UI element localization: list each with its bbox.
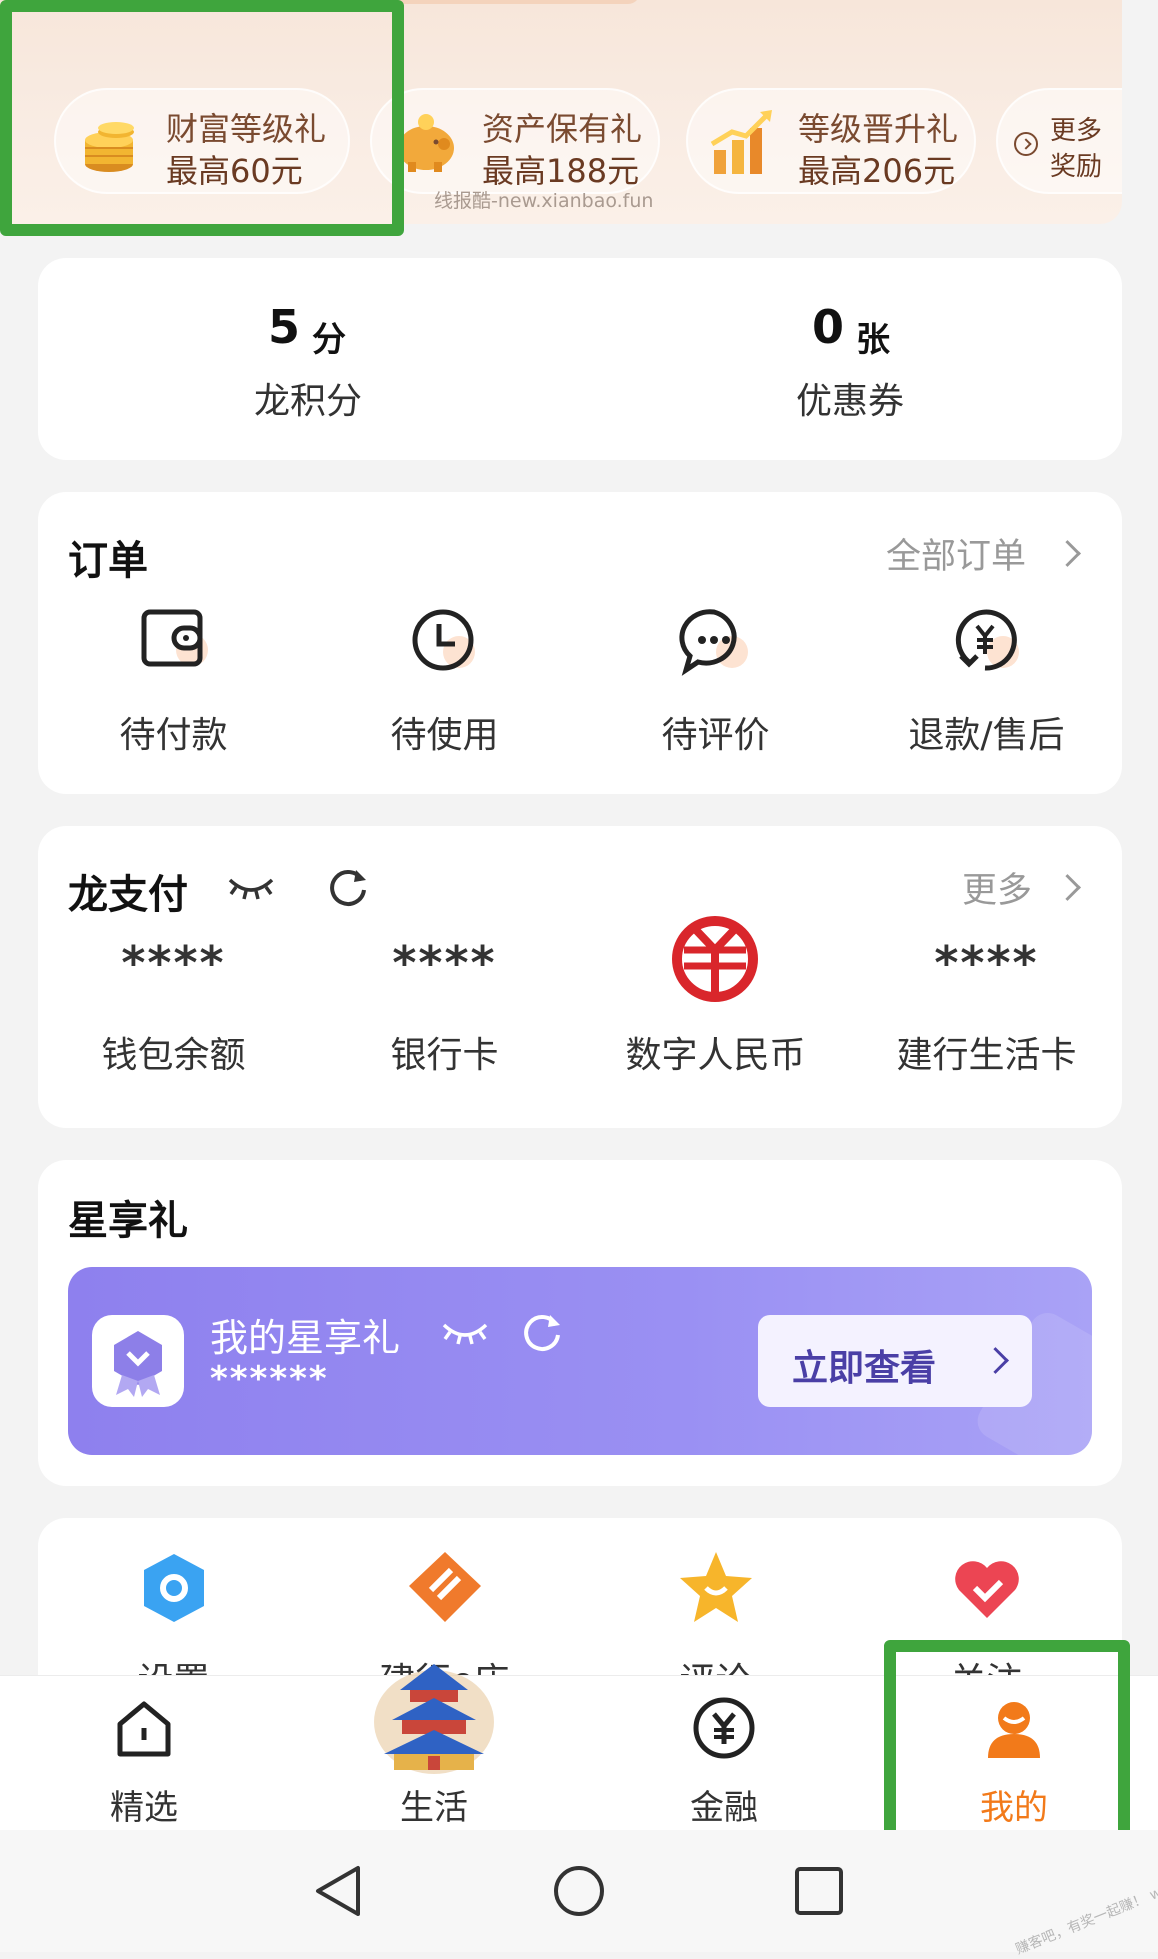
pay-digital-rmb[interactable]: 数字人民币 — [580, 916, 851, 1116]
back-triangle-icon[interactable] — [312, 1864, 366, 1918]
all-orders-link[interactable]: 全部订单 — [886, 522, 1096, 578]
order-label: 待评价 — [661, 715, 770, 756]
rising-chart-icon — [710, 110, 772, 174]
pay-label: 数字人民币 — [625, 1035, 806, 1076]
eye-closed-icon[interactable] — [440, 1317, 490, 1347]
long-pay-title: 龙支付 — [68, 872, 188, 918]
coupons-stat[interactable]: 0 张 优惠券 — [580, 258, 1122, 460]
coupons-value: 0 — [812, 300, 845, 354]
pay-label: 银行卡 — [390, 1035, 499, 1076]
view-now-label: 立即查看 — [792, 1348, 937, 1389]
masked-value: **** — [121, 936, 226, 990]
tab-label: 金融 — [690, 1788, 758, 1828]
pay-more-label: 更多 — [962, 871, 1033, 911]
coupons-label: 优惠券 — [796, 381, 905, 422]
refresh-icon[interactable] — [520, 1311, 564, 1355]
settings-hex-icon — [144, 1554, 204, 1622]
points-stat[interactable]: 5 分 龙积分 — [38, 258, 580, 460]
digital-rmb-icon — [672, 916, 758, 1002]
tab-finance[interactable]: 金融 — [634, 1676, 814, 1831]
pay-label: 建行生活卡 — [896, 1035, 1077, 1076]
orders-card: 订单 全部订单 待付款 待使用 待评价 退款/售后 — [38, 492, 1122, 794]
pay-life-card[interactable]: **** 建行生活卡 — [851, 936, 1122, 1116]
reward-level-upgrade[interactable]: 等级晋升礼 最高206元 — [686, 88, 976, 194]
star-gift-promo[interactable]: 我的星享礼 ****** 立即查看 — [68, 1267, 1092, 1455]
wallet-icon — [141, 609, 208, 667]
tab-label: 生活 — [400, 1788, 468, 1828]
chevron-right-icon — [1054, 540, 1081, 567]
chevron-right-icon — [982, 1347, 1009, 1374]
order-pending-use[interactable]: 待使用 — [309, 602, 580, 782]
stats-card: 5 分 龙积分 0 张 优惠券 — [38, 258, 1122, 460]
reward-value: 最高206元 — [798, 152, 956, 190]
more-rewards-label-1: 更多 — [1050, 116, 1103, 146]
recent-apps-icon[interactable] — [792, 1864, 846, 1918]
promo-masked-value: ****** — [210, 1359, 329, 1399]
pay-more-link[interactable]: 更多 — [962, 856, 1102, 912]
chat-bubble-icon — [679, 609, 748, 676]
order-label: 待使用 — [390, 715, 499, 756]
points-label: 龙积分 — [254, 381, 363, 422]
tab-life[interactable]: 生活 — [344, 1664, 524, 1831]
all-orders-label: 全部订单 — [886, 537, 1027, 577]
masked-value: **** — [934, 936, 1039, 990]
star-smile-icon — [680, 1552, 752, 1622]
orders-title: 订单 — [68, 538, 148, 584]
medal-icon — [114, 1331, 162, 1397]
pay-wallet-balance[interactable]: **** 钱包余额 — [38, 936, 309, 1116]
points-unit: 分 — [312, 320, 346, 360]
shop-icon — [409, 1552, 481, 1622]
view-now-button[interactable]: 立即查看 — [758, 1315, 1032, 1407]
arrow-circle-icon — [1014, 132, 1038, 156]
pay-label: 钱包余额 — [101, 1035, 246, 1076]
order-pending-review[interactable]: 待评价 — [580, 602, 851, 782]
refresh-icon[interactable] — [326, 866, 370, 910]
promo-title: 我的星享礼 — [210, 1316, 401, 1360]
star-gift-title: 星享礼 — [68, 1198, 188, 1244]
more-rewards-button[interactable]: 更多 奖励 — [996, 88, 1122, 194]
heart-icon — [955, 1561, 1019, 1618]
long-pay-card: 龙支付 更多 **** 钱包余额 **** 银行卡 数字人民币 **** 建行生… — [38, 826, 1122, 1128]
highlight-frame — [884, 1640, 1130, 1860]
pay-bank-card[interactable]: **** 银行卡 — [309, 936, 580, 1116]
yuan-circle-icon — [693, 1697, 755, 1759]
refund-icon — [955, 609, 1019, 671]
points-value: 5 — [268, 300, 301, 354]
home-circle-icon[interactable] — [552, 1864, 606, 1918]
tab-label: 精选 — [110, 1788, 178, 1828]
order-refund[interactable]: 退款/售后 — [851, 602, 1122, 782]
temple-icon — [374, 1664, 494, 1774]
watermark-text: 线报酷-new.xianbao.fun — [434, 190, 654, 212]
eye-closed-icon[interactable] — [226, 872, 276, 902]
home-icon — [117, 1701, 171, 1757]
more-rewards-label-2: 奖励 — [1050, 152, 1103, 182]
reward-title: 等级晋升礼 — [798, 110, 959, 148]
order-label: 待付款 — [119, 715, 228, 756]
reward-title: 资产保有礼 — [482, 110, 643, 148]
masked-value: **** — [392, 936, 497, 990]
order-label: 退款/售后 — [908, 715, 1065, 756]
reward-asset-holding[interactable]: 资产保有礼 最高188元 — [370, 88, 660, 194]
chevron-right-icon — [1054, 874, 1081, 901]
system-navigation-bar — [0, 1830, 1158, 1952]
star-badge — [92, 1315, 184, 1407]
clock-icon — [412, 609, 475, 671]
order-pending-payment[interactable]: 待付款 — [38, 602, 309, 782]
tab-featured[interactable]: 精选 — [54, 1676, 234, 1831]
star-gift-card: 星享礼 我的星享礼 ****** 立即查看 — [38, 1160, 1122, 1486]
highlight-frame — [0, 0, 404, 236]
coupons-unit: 张 — [856, 320, 890, 360]
